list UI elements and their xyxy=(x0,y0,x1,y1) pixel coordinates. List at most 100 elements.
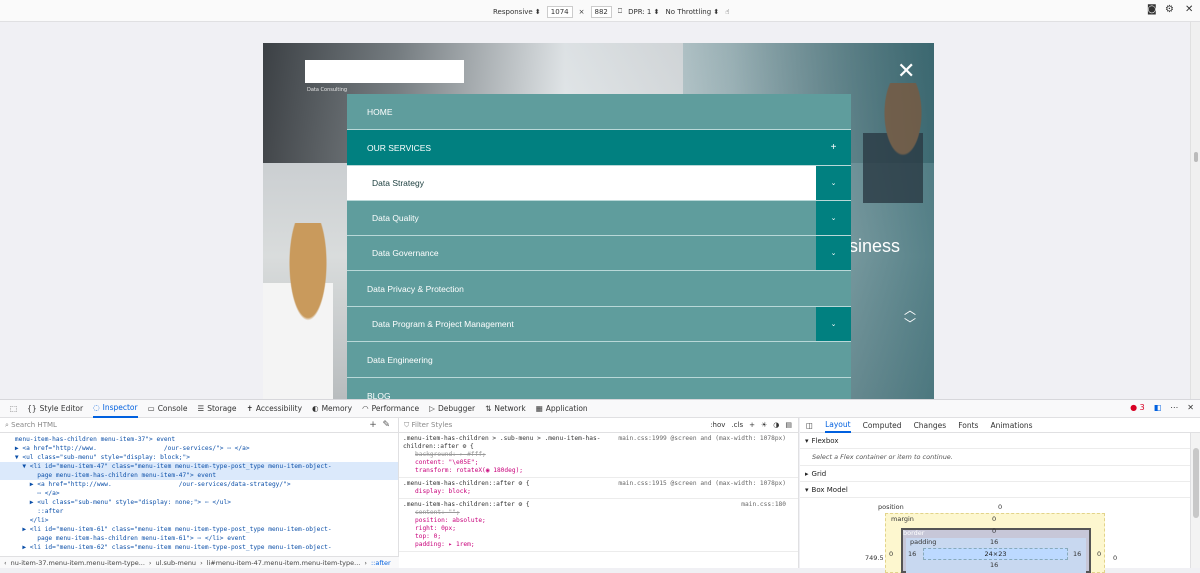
dock-icon[interactable]: ◧ xyxy=(1154,403,1162,412)
crumb-prev-icon[interactable]: ‹ xyxy=(4,559,7,567)
markup-line[interactable]: menu-item-has-children menu-item-37"> ev… xyxy=(0,435,398,444)
markup-line[interactable]: ▼ <li id="menu-item-47" class="menu-item… xyxy=(0,462,398,471)
css-declaration[interactable]: content: "\e05E"; xyxy=(403,459,794,467)
expand-plus-icon[interactable]: + xyxy=(816,130,851,165)
markup-tree[interactable]: menu-item-has-children menu-item-37"> ev… xyxy=(0,433,398,552)
markup-line[interactable]: ▶ <li id="menu-item-61" class="menu-item… xyxy=(0,525,398,534)
css-rule[interactable]: .menu-item-has-children::after ⚙ {main.c… xyxy=(399,478,798,499)
flexbox-section[interactable]: ▾ Flexbox xyxy=(800,433,1200,449)
menu-item[interactable]: HOME xyxy=(347,94,851,130)
throttle-select[interactable]: No Throttling ⬍ xyxy=(665,8,719,16)
rotate-icon[interactable]: ⎕ xyxy=(618,7,622,16)
padding-left-value[interactable]: 16 xyxy=(908,550,916,558)
markup-line[interactable]: ▶ <a href="http://www. /our-services/"> … xyxy=(0,444,398,453)
print-icon[interactable]: ▤ xyxy=(785,421,792,429)
css-declaration[interactable]: position: absolute; xyxy=(403,517,794,525)
menu-item[interactable]: Data Program & Project Management ⌄ xyxy=(347,307,851,342)
menu-item[interactable]: OUR SERVICES + xyxy=(347,130,851,166)
padding-right-value[interactable]: 16 xyxy=(1073,550,1081,558)
filter-styles[interactable]: ⛉ Filter Styles :hov .cls + ☀ ◑ ▤ xyxy=(399,418,798,433)
search-html[interactable]: ⌕ Search HTML + ✎ xyxy=(0,418,398,433)
dark-icon[interactable]: ◑ xyxy=(773,421,779,429)
tab-fonts[interactable]: Fonts xyxy=(958,421,978,430)
markup-line[interactable]: </li> xyxy=(0,516,398,525)
submenu-toggle-icon[interactable]: ⌄ xyxy=(816,201,851,235)
breadcrumb-item[interactable]: ::after xyxy=(371,559,391,567)
margin-right-value[interactable]: 0 xyxy=(1097,550,1101,558)
touch-icon[interactable]: ☝ xyxy=(725,8,729,16)
rule-selector[interactable]: .menu-item-has-children::after ⚙ { xyxy=(403,480,623,488)
breadcrumb-item[interactable]: li#menu-item-47.menu-item.menu-item-type… xyxy=(207,559,361,567)
tab-animations[interactable]: Animations xyxy=(990,421,1032,430)
close-menu-icon[interactable]: ✕ xyxy=(897,61,915,83)
tab-accessibility[interactable]: ✝ Accessibility xyxy=(247,399,302,418)
menu-item[interactable]: Data Privacy & Protection xyxy=(347,271,851,307)
width-input[interactable]: 1074 xyxy=(546,5,573,18)
tab-console[interactable]: ▭ Console xyxy=(148,399,188,418)
submenu-toggle-icon[interactable]: ⌄ xyxy=(816,307,851,341)
submenu-toggle-icon[interactable]: ⌄ xyxy=(816,166,851,200)
breadcrumb-item[interactable]: ul.sub-menu xyxy=(156,559,197,567)
markup-line[interactable]: ▶ <a href="http://www. /our-services/dat… xyxy=(0,480,398,489)
breadcrumb-item[interactable]: nu-item-37.menu-item.menu-item-type... xyxy=(11,559,145,567)
scroll-thumb[interactable] xyxy=(1193,448,1199,518)
margin-left-value[interactable]: 0 xyxy=(889,550,893,558)
submenu-toggle-icon[interactable]: ⌄ xyxy=(816,236,851,270)
layout-scrollbar[interactable] xyxy=(1190,433,1200,568)
css-declaration[interactable]: top: 0; xyxy=(403,533,794,541)
add-node-icon[interactable]: + ✎ xyxy=(369,420,390,430)
margin-value[interactable]: 0 xyxy=(992,515,996,523)
slider-arrows[interactable]: ︿ ﹀ xyxy=(904,303,916,331)
settings-icon[interactable]: ⚙ xyxy=(1165,4,1174,15)
height-input[interactable]: 882 xyxy=(590,5,612,18)
menu-item[interactable]: BLOG xyxy=(347,378,851,399)
rule-selector[interactable]: .menu-item-has-children > .sub-menu > .m… xyxy=(403,435,623,451)
markup-line[interactable]: ▶ <ul class="sub-menu" style="display: n… xyxy=(0,498,398,507)
rule-selector[interactable]: .menu-item-has-children::after ⚙ { xyxy=(403,501,623,509)
right-offset-value[interactable]: 0 xyxy=(1113,554,1117,562)
device-select[interactable]: Responsive ⬍ xyxy=(493,8,541,16)
tab-layout[interactable]: Layout xyxy=(825,418,851,433)
css-declaration[interactable]: background: ▸ #fff; xyxy=(403,451,794,459)
menu-item[interactable]: Data Quality ⌄ xyxy=(347,201,851,236)
css-rule[interactable]: .menu-item-has-children::after ⚙ { main.c… xyxy=(399,499,798,552)
markup-line[interactable]: page menu-item-has-children menu-item-47… xyxy=(0,471,398,480)
scroll-thumb[interactable] xyxy=(1194,152,1198,162)
padding-value[interactable]: 16 xyxy=(990,538,998,546)
tab-computed[interactable]: Computed xyxy=(863,421,902,430)
dpr-select[interactable]: DPR: 1 ⬍ xyxy=(628,8,659,16)
sidebar-toggle-icon[interactable]: ◫ xyxy=(806,421,813,430)
css-declaration[interactable]: display: block; xyxy=(403,488,794,496)
menu-item[interactable]: Data Strategy ⌄ xyxy=(347,166,851,201)
css-declaration[interactable]: right: 0px; xyxy=(403,525,794,533)
picker-icon[interactable]: ⬚ xyxy=(10,399,17,418)
border-value[interactable]: 0 xyxy=(992,527,996,535)
tab-changes[interactable]: Changes xyxy=(914,421,947,430)
menu-item[interactable]: Data Engineering xyxy=(347,342,851,378)
tab-application[interactable]: ▦ Application xyxy=(536,399,588,418)
rule-source-link[interactable]: main.css:180 xyxy=(741,501,786,509)
markup-line[interactable]: ::after xyxy=(0,507,398,516)
tab-memory[interactable]: ◐ Memory xyxy=(312,399,352,418)
css-rule[interactable]: .menu-item-has-children > .sub-menu > .m… xyxy=(399,433,798,478)
tab-inspector[interactable]: ◌ Inspector xyxy=(93,399,138,418)
cls-button[interactable]: .cls xyxy=(731,421,743,429)
close-devtools-icon[interactable]: ✕ xyxy=(1187,403,1194,412)
tab-performance[interactable]: ◠ Performance xyxy=(362,399,419,418)
tab-storage[interactable]: ☰ Storage xyxy=(197,399,236,418)
left-offset-value[interactable]: 749.5 xyxy=(865,554,884,562)
css-declaration[interactable]: transform: rotateX(◉ 180deg); xyxy=(403,467,794,475)
css-declaration[interactable]: padding: ▸ 1rem; xyxy=(403,541,794,549)
menu-item[interactable]: Data Governance ⌄ xyxy=(347,236,851,271)
position-value[interactable]: 0 xyxy=(998,503,1002,511)
markup-line[interactable]: ▼ <ul class="sub-menu" style="display: b… xyxy=(0,453,398,462)
markup-line[interactable]: ▶ <li id="menu-item-62" class="menu-item… xyxy=(0,543,398,552)
hov-button[interactable]: :hov xyxy=(710,421,725,429)
css-declaration[interactable]: content: ""; xyxy=(403,509,794,517)
content-box[interactable]: 24×23 xyxy=(923,548,1068,560)
close-rdm-icon[interactable]: ✕ xyxy=(1185,4,1193,15)
site-logo[interactable] xyxy=(305,60,464,83)
markup-line[interactable]: ⋯ </a> xyxy=(0,489,398,498)
error-count[interactable]: ● 3 xyxy=(1130,403,1145,412)
rule-source-link[interactable]: main.css:1999 @screen and (max-width: 10… xyxy=(618,435,786,443)
